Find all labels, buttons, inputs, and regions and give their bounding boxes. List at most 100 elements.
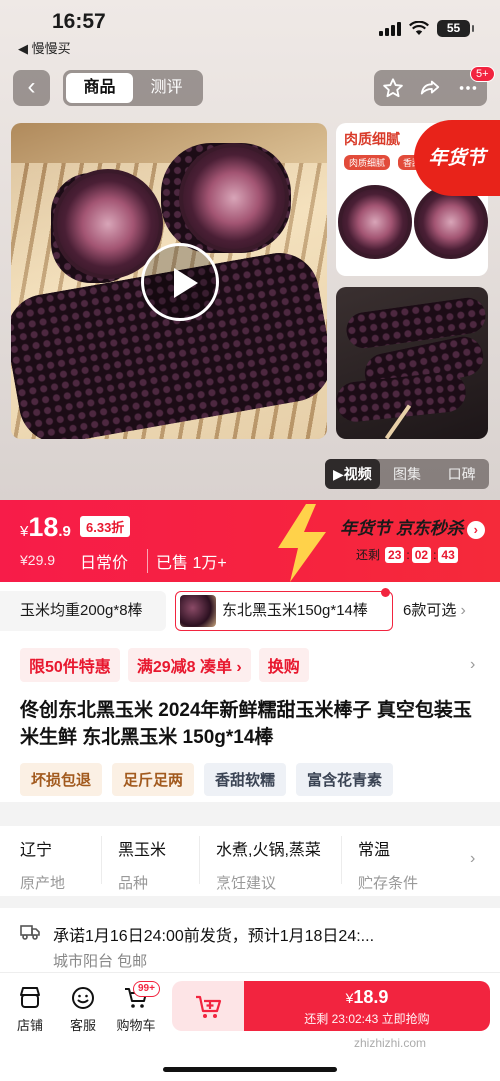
attr-cooking: 水煮,火锅,蒸菜 烹饪建议	[216, 836, 321, 893]
buy-countdown: 还剩 23:02:43 立即抢购	[304, 1012, 430, 1026]
detail-tabs: 商品 测评	[63, 70, 203, 106]
divider	[199, 836, 200, 884]
attr-origin: 辽宁 原产地	[20, 836, 65, 893]
tag-full-weight: 足斤足两	[112, 763, 195, 796]
countdown-hours: 23	[385, 546, 405, 563]
shipping-location: 城市阳台 包邮	[53, 953, 148, 970]
shop-icon	[20, 987, 40, 1008]
promo-limited[interactable]: 限50件特惠	[20, 648, 120, 682]
main-product-video[interactable]	[11, 123, 327, 439]
tag-sweet-soft: 香甜软糯	[204, 763, 287, 796]
cart-label: 购物车	[116, 1018, 156, 1033]
tab-gallery[interactable]: 图集	[380, 459, 435, 489]
tab-product[interactable]: 商品	[66, 73, 133, 103]
status-bar: 16:57 ◀ 慢慢买 55	[0, 0, 500, 62]
product-nav-bar: ‹ 商品 测评 5+	[0, 66, 500, 108]
chevron-right-icon: ›	[470, 850, 476, 867]
tab-word-of-mouth[interactable]: 口碑	[434, 459, 489, 489]
arrow-right-icon: ›	[466, 521, 485, 539]
attr-value: 黑玉米	[118, 842, 167, 859]
cellular-signal-icon	[379, 21, 401, 36]
shipping-promise: 承诺1月16日24:00前发货，预计1月18日24:...	[53, 928, 375, 945]
system-icons: 55	[379, 20, 474, 37]
countdown-label: 还剩	[356, 548, 381, 562]
current-price: ¥18.9	[20, 512, 71, 543]
corn-cross-section-image	[179, 143, 289, 253]
seckill-link[interactable]: 年货节 京东秒杀 ›	[340, 514, 485, 539]
spec-option[interactable]: 玉米均重200g*8棒	[0, 591, 166, 631]
status-time: 16:57	[52, 10, 106, 33]
add-to-cart-button[interactable]	[172, 981, 244, 1031]
discount-badge: 6.33折	[80, 516, 131, 537]
seckill-countdown: 还剩 23: 02: 43	[356, 546, 458, 563]
buy-price-value: 18.9	[353, 987, 389, 1007]
promo-full-reduction[interactable]: 满29减8 凑单 ›	[127, 648, 251, 682]
message-badge: 5+	[470, 66, 495, 82]
promo-row: 限50件特惠 满29减8 凑单 › 换购	[20, 648, 309, 682]
home-indicator[interactable]	[163, 1067, 337, 1072]
service-label: 客服	[69, 1018, 96, 1033]
attr-key: 品种	[118, 875, 149, 892]
spec-option-selected[interactable]: 东北黑玉米150g*14棒	[175, 591, 393, 631]
service-tags: 坏损包退 足斤足两 香甜软糯 富含花青素	[20, 763, 394, 796]
star-icon[interactable]	[382, 77, 404, 99]
attr-key: 烹饪建议	[216, 875, 277, 892]
daily-price-label: 日常价	[80, 555, 129, 572]
back-to-app-link[interactable]: ◀ 慢慢买	[18, 38, 71, 57]
product-title: 佟创东北黑玉米 2024年新鲜糯甜玉米棒子 真空包装玉米生鲜 东北黑玉米 150…	[20, 700, 472, 748]
shop-label: 店铺	[16, 1018, 43, 1033]
chevron-right-icon: ›	[460, 602, 466, 619]
divider	[341, 836, 342, 884]
shop-button[interactable]: 店铺	[10, 985, 50, 1034]
add-cart-icon	[196, 995, 222, 1018]
attributes-panel[interactable]: 辽宁原产地 黑玉米品种 水煮,火锅,蒸菜 烹饪建议 常温贮存条件 ›	[0, 826, 500, 896]
more-specs-label: 6款可选	[403, 602, 457, 619]
countdown-minutes: 02	[411, 546, 432, 563]
spec-thumbnail	[180, 595, 216, 627]
buy-now-button[interactable]: ¥18.9 还剩 23:02:43 立即抢购	[244, 981, 490, 1031]
battery-icon: 55	[437, 20, 474, 37]
thumbnail-chip: 肉质细腻	[344, 155, 391, 170]
original-price: ¥29.9	[20, 552, 56, 568]
play-icon[interactable]	[141, 243, 219, 321]
promo-exchange[interactable]: 换购	[258, 648, 309, 682]
corn-cross-section-image	[338, 185, 412, 259]
attr-key: 贮存条件	[358, 875, 419, 892]
buy-price: ¥18.9	[244, 987, 490, 1008]
tag-damage-refund: 坏损包退	[20, 763, 103, 796]
customer-service-icon	[72, 987, 94, 1009]
tag-anthocyanin: 富含花青素	[296, 763, 394, 796]
wifi-icon	[409, 21, 429, 35]
sold-count: 已售 1万+	[147, 549, 227, 573]
attr-key: 原产地	[20, 875, 66, 892]
watermark: zhizhizhi.com	[354, 1036, 427, 1050]
cart-count-badge: 99+	[133, 981, 160, 997]
share-icon[interactable]	[419, 77, 441, 99]
lightning-icon	[278, 504, 326, 582]
truck-icon	[20, 925, 40, 940]
service-button[interactable]: 客服	[63, 985, 103, 1034]
spec-label: 东北黑玉米150g*14棒	[222, 602, 368, 619]
selected-indicator-dot	[381, 588, 390, 597]
shipping-panel[interactable]: 承诺1月16日24:00前发货，预计1月18日24:... 城市阳台 包邮	[0, 908, 500, 972]
price-bar: ¥18.9 6.33折 ¥29.9 日常价 已售 1万+	[0, 500, 500, 582]
tab-review[interactable]: 测评	[133, 73, 200, 103]
media-tabs: ▶视频 图集 口碑	[325, 459, 489, 489]
attr-value: 辽宁	[20, 842, 53, 859]
price-integer: 18	[28, 512, 59, 542]
attr-value: 常温	[358, 842, 391, 859]
chevron-right-icon[interactable]: ›	[470, 656, 475, 674]
thumbnail-title: 肉质细腻	[344, 131, 400, 147]
attr-value: 水煮,火锅,蒸菜	[216, 842, 321, 859]
tab-video[interactable]: ▶视频	[325, 459, 380, 489]
gallery-thumbnail-2[interactable]	[336, 287, 488, 439]
back-button[interactable]: ‹	[13, 70, 50, 106]
more-specs-link[interactable]: 6款可选 ›	[403, 591, 466, 631]
countdown-seconds: 43	[438, 546, 458, 563]
divider	[101, 836, 102, 884]
seckill-label: 年货节 京东秒杀	[340, 519, 464, 538]
attr-variety: 黑玉米 品种	[118, 836, 166, 893]
festival-stamp: 年货节	[414, 120, 500, 196]
attr-storage: 常温 贮存条件	[358, 836, 418, 893]
price-decimal: .9	[58, 523, 71, 540]
